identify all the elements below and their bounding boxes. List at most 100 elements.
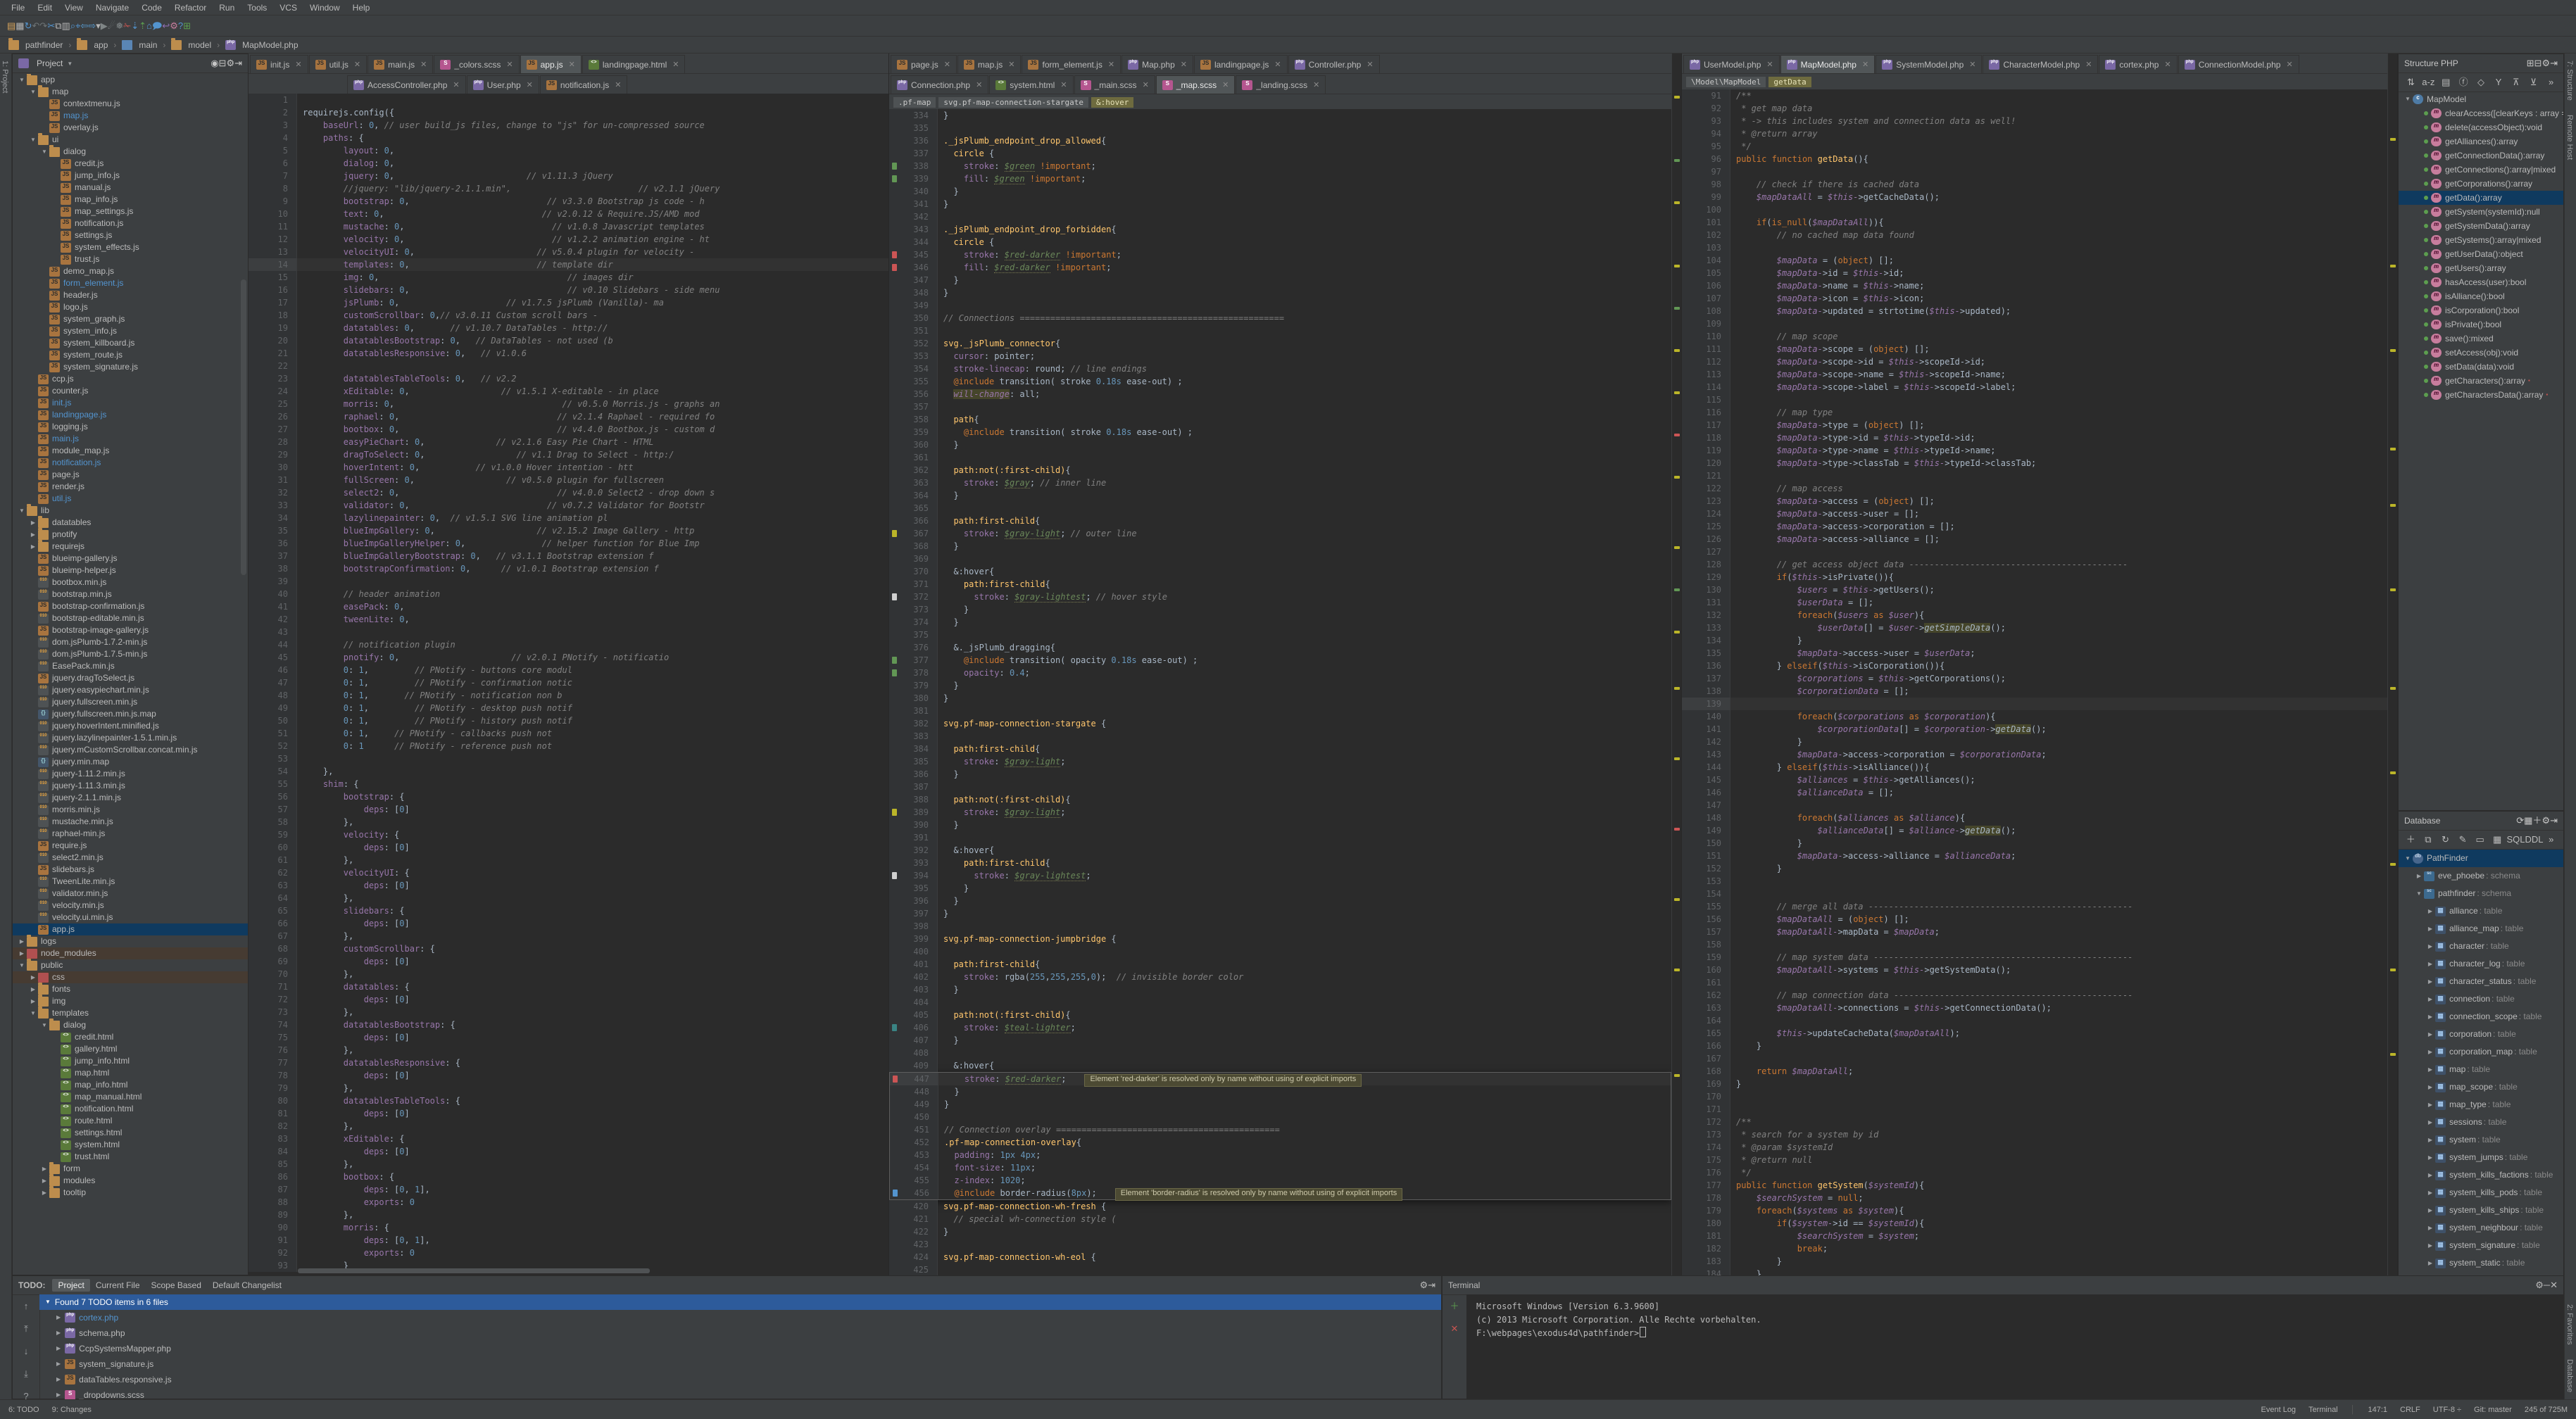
editor-tab-_colors.scss[interactable]: S_colors.scss✕ (434, 55, 519, 73)
close-icon[interactable]: ✕ (453, 80, 459, 89)
todo-file-CcpSystemsMapper.php[interactable]: ▶phpCcpSystemsMapper.php (39, 1341, 1441, 1356)
tree-item-getConnections():array|mixed[interactable]: mgetConnections():array|mixed (2399, 163, 2563, 177)
editor-tab-landingpage.html[interactable]: <>landingpage.html✕ (582, 55, 686, 73)
hide-icon[interactable]: ⇥ (2550, 58, 2558, 68)
editor-tab-system.html[interactable]: <>system.html✕ (989, 75, 1073, 94)
tree-item-system_jumps: table[interactable]: ▶▦system_jumps: table (2399, 1149, 2563, 1166)
tree-item-system_neighbour: table[interactable]: ▶▦system_neighbour: table (2399, 1219, 2563, 1237)
show-constants-icon[interactable]: ◇ (2473, 75, 2489, 90)
tree-item-morris.min.js[interactable]: 010morris.min.js (13, 804, 248, 816)
collapse-all-icon[interactable]: ⊟ (219, 58, 227, 68)
error-stripe-mark[interactable] (1674, 265, 1680, 267)
sync-icon[interactable]: ⟳ (2516, 815, 2524, 826)
menu-item[interactable]: File (6, 1, 30, 14)
messages-icon[interactable]: 🗩 (152, 20, 162, 31)
close-icon[interactable]: ✕ (944, 60, 950, 69)
tree-item-EasePack.min.js[interactable]: 010EasePack.min.js (13, 660, 248, 672)
close-icon[interactable]: ✕ (1862, 60, 1868, 69)
last-icon[interactable]: ⤓ (18, 1366, 34, 1382)
menu-item[interactable]: Run (213, 1, 240, 14)
tree-item-demo_map.js[interactable]: JSdemo_map.js (13, 265, 248, 277)
find-icon[interactable]: ⌕ (70, 20, 75, 31)
editor-tab-UserModel.php[interactable]: phpUserModel.php✕ (1683, 55, 1780, 73)
tree-item-getUserData():object[interactable]: mgetUserData():object (2399, 247, 2563, 261)
tree-item-blueimp-helper.js[interactable]: JSblueimp-helper.js (13, 565, 248, 576)
back-icon[interactable]: ⇦ (80, 20, 88, 31)
hide-icon[interactable]: ⇥ (1428, 1280, 1435, 1290)
close-icon[interactable]: ✕ (1366, 60, 1373, 69)
tree-item-raphael-min.js[interactable]: 010raphael-min.js (13, 828, 248, 840)
editor-tab-util.js[interactable]: JSutil.js✕ (309, 55, 367, 73)
settings-icon[interactable]: ⚙ (170, 20, 178, 31)
menu-item[interactable]: Code (136, 1, 168, 14)
tree-item-map_manual.html[interactable]: <>map_manual.html (13, 1091, 248, 1103)
error-stripe-mark[interactable] (1674, 828, 1680, 831)
error-stripe-mark[interactable] (1674, 588, 1680, 591)
tree-item-TweenLite.min.js[interactable]: 010TweenLite.min.js (13, 876, 248, 888)
error-stripe-mark[interactable] (2390, 349, 2396, 352)
todo-scope-tab-Current File[interactable]: Current File (90, 1279, 146, 1292)
tree-item-lib[interactable]: ▼lib (13, 505, 248, 517)
close-icon[interactable]: ✕ (672, 60, 679, 69)
cut-icon[interactable]: ✂ (47, 20, 55, 31)
horizontal-scrollbar[interactable] (298, 1268, 650, 1273)
tree-item-ui[interactable]: ▼ui (13, 134, 248, 146)
close-icon[interactable]: ✕ (569, 60, 575, 69)
close-icon[interactable]: ✕ (1969, 60, 1975, 69)
close-icon[interactable]: ✕ (420, 60, 427, 69)
close-icon[interactable]: ✕ (2550, 1280, 2558, 1290)
menu-item[interactable]: Refactor (169, 1, 212, 14)
breadcrumb-item-pathfinder[interactable]: pathfinder (7, 40, 64, 50)
tree-item-map_settings.js[interactable]: JSmap_settings.js (13, 206, 248, 217)
tree-item-map[interactable]: ▼map (13, 86, 248, 98)
error-stripe-mark[interactable] (1674, 631, 1680, 633)
editor-tab-_map.scss[interactable]: S_map.scss✕ (1156, 75, 1236, 94)
terminal-output[interactable]: Microsoft Windows [Version 6.3.9600](c) … (1466, 1294, 2563, 1399)
tree-item-bootstrap-confirmation.js[interactable]: JSbootstrap-confirmation.js (13, 600, 248, 612)
tree-item-jquery.fullscreen.min.js.map[interactable]: {}jquery.fullscreen.min.js.map (13, 708, 248, 720)
tree-item-pnotify[interactable]: ▶pnotify (13, 529, 248, 541)
close-icon[interactable]: ✕ (1181, 60, 1187, 69)
menu-item[interactable]: Help (347, 1, 376, 14)
tree-item-character: table[interactable]: ▶▦character: table (2399, 938, 2563, 955)
context-chip[interactable]: .pf-map (893, 97, 936, 108)
tree-item-trust.js[interactable]: JStrust.js (13, 253, 248, 265)
tree-item-modules[interactable]: ▶modules (13, 1175, 248, 1187)
tree-item-notification.js[interactable]: JSnotification.js (13, 457, 248, 469)
tree-item-jquery.easypiechart.min.js[interactable]: 010jquery.easypiechart.min.js (13, 684, 248, 696)
tree-item-tooltip[interactable]: ▶tooltip (13, 1187, 248, 1199)
settings-icon[interactable]: ⚙ (1419, 1280, 1428, 1290)
collapse-icon[interactable]: ⊻ (2525, 75, 2542, 90)
tree-item-alliance_map: table[interactable]: ▶▦alliance_map: table (2399, 920, 2563, 938)
tree-item-getSystem(systemId):null[interactable]: mgetSystem(systemId):null (2399, 205, 2563, 219)
context-chip[interactable]: getData (1768, 77, 1811, 87)
error-stripe-mark[interactable] (1674, 687, 1680, 690)
add-icon[interactable]: ＋ (2532, 815, 2542, 826)
tree-item-app[interactable]: ▼app (13, 74, 248, 86)
tree-item-map_info.js[interactable]: JSmap_info.js (13, 194, 248, 206)
tree-item-isPrivate():bool[interactable]: misPrivate():bool (2399, 317, 2563, 332)
editor-tab-Connection.php[interactable]: phpConnection.php✕ (891, 75, 988, 94)
changes-icon[interactable]: ⌂ (146, 20, 152, 31)
tool-button-database[interactable]: Database (2565, 1359, 2575, 1392)
editor-tab-page.js[interactable]: JSpage.js✕ (891, 55, 957, 73)
tree-item-getAlliances():array[interactable]: mgetAlliances():array (2399, 134, 2563, 149)
tree-item-jump_info.html[interactable]: <>jump_info.html (13, 1055, 248, 1067)
hide-icon[interactable]: ⇥ (2550, 815, 2558, 826)
sort-alpha-icon[interactable]: a-z (2420, 75, 2437, 90)
tree-item-util.js[interactable]: JSutil.js (13, 493, 248, 505)
tree-item-hasAccess(user):bool[interactable]: mhasAccess(user):bool (2399, 275, 2563, 289)
ddl-icon[interactable]: DDL (2525, 832, 2542, 847)
minimize-icon[interactable]: ─ (2544, 1280, 2550, 1290)
group-icon[interactable]: ▤ (2438, 75, 2454, 90)
expand-icon[interactable]: ⊼ (2508, 75, 2524, 90)
tree-item-character_status: table[interactable]: ▶▦character_status: table (2399, 973, 2563, 990)
tree-item-notification.js[interactable]: JSnotification.js (13, 217, 248, 229)
close-icon[interactable]: ✕ (1222, 80, 1229, 89)
tree-item-trust.html[interactable]: <>trust.html (13, 1151, 248, 1163)
tree-item-system.html[interactable]: <>system.html (13, 1139, 248, 1151)
error-stripe-mark[interactable] (2390, 687, 2396, 690)
editor-tab-landingpage.js[interactable]: JSlandingpage.js✕ (1194, 55, 1288, 73)
duplicate-icon[interactable]: ⧉ (2420, 832, 2437, 847)
tree-item-jquery.min.map[interactable]: {}jquery.min.map (13, 756, 248, 768)
